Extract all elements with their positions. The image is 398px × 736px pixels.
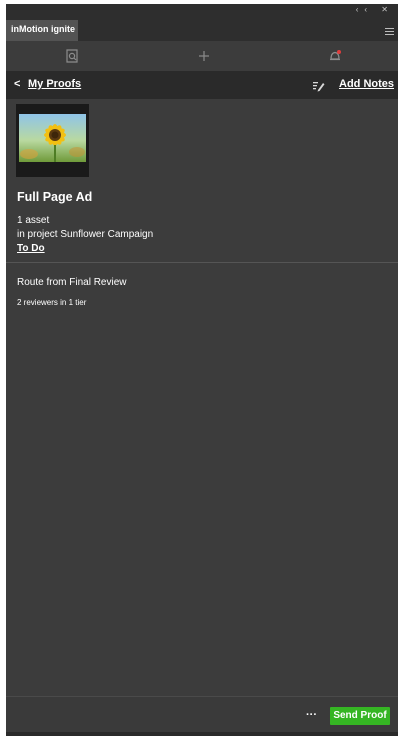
bottom-strip [6,732,398,736]
panel-title-strip: ‹‹ ✕ [6,4,398,16]
bottom-action-bar: ··· Send Proof [6,696,398,736]
panel-menu-icon[interactable] [385,23,394,35]
route-label: Route from Final Review [17,277,127,288]
proof-title: Full Page Ad [17,190,93,204]
back-chevron-icon[interactable]: < [14,78,20,90]
window-controls[interactable]: ‹‹ ✕ [356,4,394,16]
notification-bell-icon[interactable] [326,47,344,65]
proof-thumbnail[interactable] [16,104,89,177]
my-proofs-link[interactable]: My Proofs [28,78,81,90]
proof-nav-bar: < My Proofs Add Notes [6,71,398,99]
section-divider [6,262,398,263]
send-proof-button[interactable]: Send Proof [330,707,390,725]
add-notes-icon[interactable] [313,79,325,97]
inmotion-panel: ‹‹ ✕ inMotion ignite < My Proofs Add Not… [6,4,398,736]
project-name: in project Sunflower Campaign [17,229,154,240]
reviewers-summary: 2 reviewers in 1 tier [17,298,87,307]
search-proof-icon[interactable] [63,47,81,65]
status-link[interactable]: To Do [17,243,45,254]
add-notes-link[interactable]: Add Notes [339,78,394,90]
sunflower-image [19,114,86,162]
tab-bar: inMotion ignite [6,16,398,41]
asset-count: 1 asset [17,215,50,226]
tab-inmotion-ignite[interactable]: inMotion ignite [6,20,78,41]
toolbar [6,41,398,71]
more-options-icon[interactable]: ··· [306,709,317,721]
add-icon[interactable] [195,47,213,65]
